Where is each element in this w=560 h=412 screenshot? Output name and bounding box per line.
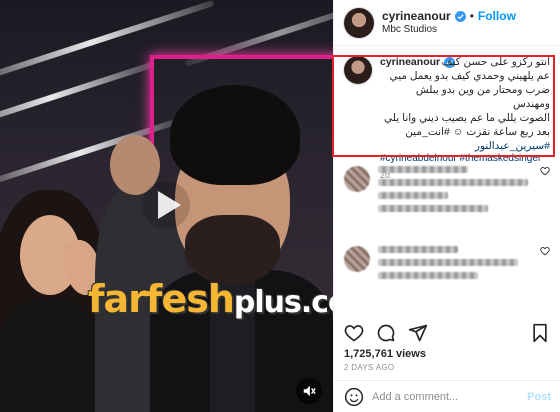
follow-button[interactable]: Follow	[478, 9, 516, 23]
avatar[interactable]	[344, 7, 374, 38]
like-heart-icon[interactable]	[344, 323, 364, 343]
play-icon[interactable]	[141, 180, 191, 230]
blurred-comment-text	[378, 166, 532, 218]
instagram-post: farfesh plus .com cyrineanour	[0, 0, 560, 412]
watermark-part1: farfesh	[88, 277, 235, 321]
watermark-part3: .com	[300, 285, 333, 320]
share-icon[interactable]	[408, 323, 428, 343]
comment-item	[334, 238, 560, 318]
post-comment-button[interactable]: Post	[527, 391, 551, 403]
speaker-muted-icon	[303, 385, 316, 397]
heart-icon[interactable]	[540, 166, 550, 176]
location-link[interactable]: Mbc Studios	[382, 24, 516, 36]
blurred-comment-text	[378, 246, 532, 285]
mute-button[interactable]	[296, 378, 322, 404]
post-date: 2 DAYS AGO	[344, 363, 395, 372]
separator-dot: •	[469, 9, 474, 24]
view-count[interactable]: 1,725,761 views	[334, 344, 560, 360]
site-watermark: farfesh plus .com	[88, 277, 333, 329]
comment-icon[interactable]	[376, 323, 396, 343]
save-bookmark-icon[interactable]	[530, 323, 550, 343]
post-header: cyrineanour • Follow Mbc Studios	[334, 0, 560, 46]
verified-badge-icon	[454, 10, 466, 22]
comment-avatar[interactable]	[344, 246, 370, 272]
comment-item	[334, 158, 560, 238]
comment-avatar[interactable]	[344, 166, 370, 192]
post-video[interactable]: farfesh plus .com	[0, 0, 333, 412]
watermark-part2: plus	[233, 285, 302, 320]
add-comment-bar: Add a comment... Post	[334, 380, 560, 412]
caption-highlight-frame	[332, 55, 555, 157]
heart-icon[interactable]	[540, 246, 550, 256]
emoji-icon[interactable]	[344, 387, 364, 407]
username[interactable]: cyrineanour	[382, 9, 451, 23]
comment-input[interactable]: Add a comment...	[372, 391, 519, 403]
woman-body	[0, 300, 100, 412]
action-bar	[334, 318, 560, 344]
man-beard	[185, 215, 280, 285]
man-hair	[170, 85, 300, 185]
